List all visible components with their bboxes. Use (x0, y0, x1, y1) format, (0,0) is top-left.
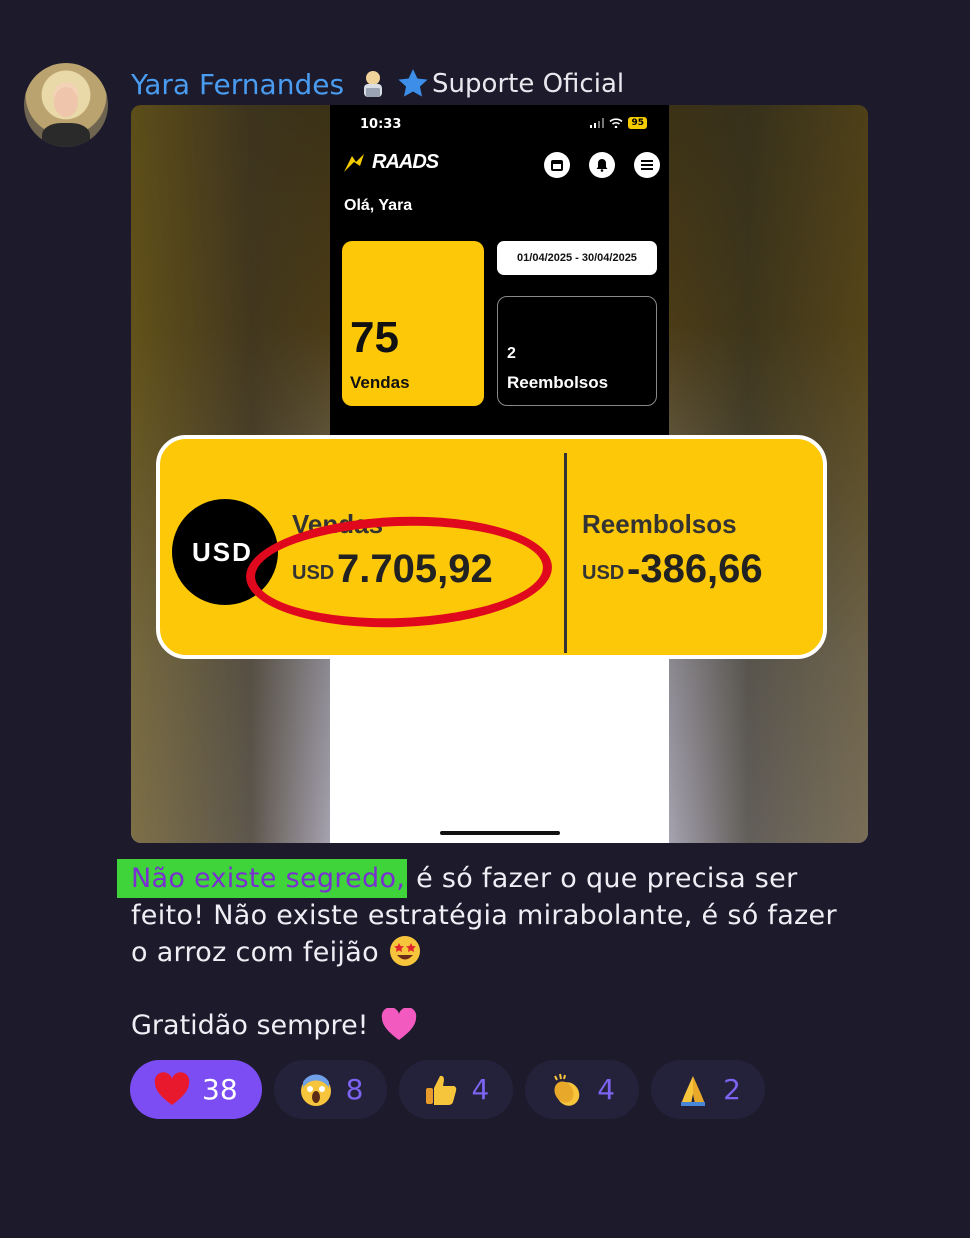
battery-indicator: 95 (628, 117, 647, 129)
reaction-pray[interactable]: 2 (651, 1060, 765, 1119)
app-logo: RAADS (342, 151, 439, 174)
reaction-count: 8 (345, 1073, 364, 1106)
post-header: Yara Fernandes Suporte Oficial (131, 64, 624, 104)
star-icon (398, 69, 428, 97)
greeting-text: Olá, Yara (344, 197, 413, 214)
red-circle-annotation (244, 511, 554, 633)
highlighted-text: Não existe segredo, (117, 859, 408, 898)
avatar-body (42, 123, 90, 147)
revenue-overlay-card: USD Vendas USD 7.705,92 Reembolsos USD -… (156, 435, 827, 659)
phone-status-icons: 95 (590, 117, 647, 129)
closing-text: Gratidão sempre! (131, 1009, 369, 1041)
wifi-icon (609, 118, 624, 128)
overlay-refunds-currency: USD (582, 562, 625, 584)
folded-hands-icon (681, 1075, 706, 1106)
signal-icon (590, 118, 605, 128)
sales-count: 75 (350, 313, 399, 362)
clapping-hands-icon (554, 1073, 580, 1106)
thumbs-up-icon (426, 1075, 457, 1105)
reactions-bar: 38 8 4 4 2 (130, 1060, 765, 1119)
reaction-count: 4 (471, 1073, 490, 1106)
refunds-count: 2 (507, 345, 516, 362)
reaction-count: 2 (723, 1073, 741, 1106)
overlay-refunds-label: Reembolsos (582, 509, 737, 539)
app-logo-text: RAADS (372, 151, 439, 173)
overlay-divider (564, 453, 567, 653)
sales-card: 75 Vendas (342, 241, 484, 406)
pink-heart-emoji-icon (381, 1008, 416, 1040)
reaction-clap[interactable]: 4 (525, 1060, 640, 1119)
message-text: Não existe segredo, é só fazer o que pre… (117, 859, 861, 971)
reaction-count: 38 (202, 1073, 238, 1106)
person-laptop-icon (364, 71, 383, 97)
reaction-heart[interactable]: 38 (130, 1060, 262, 1119)
calendar-icon (544, 152, 570, 178)
post-image[interactable]: 10:33 95 RAADS Olá, Yara 75 Vendas 01/04… (131, 105, 868, 843)
red-heart-icon (154, 1071, 190, 1105)
date-range: 01/04/2025 - 30/04/2025 (497, 241, 657, 275)
role-label: Suporte Oficial (432, 69, 625, 99)
home-indicator (440, 831, 560, 835)
refunds-card: 2 Reembolsos (497, 296, 657, 406)
screaming-face-icon (300, 1073, 331, 1106)
reaction-scream[interactable]: 8 (273, 1060, 388, 1119)
closing-line: Gratidão sempre! (131, 1008, 417, 1042)
logo-mark-icon (344, 153, 364, 172)
menu-icon (634, 152, 660, 178)
refunds-card-label: Reembolsos (507, 373, 609, 392)
overlay-refunds-value: -386,66 (627, 547, 763, 591)
bell-icon (589, 152, 615, 178)
reaction-thumbs-up[interactable]: 4 (399, 1060, 514, 1119)
star-struck-emoji-icon (389, 936, 420, 966)
reaction-count: 4 (597, 1073, 616, 1106)
sales-card-label: Vendas (350, 373, 410, 392)
avatar-face (54, 87, 78, 117)
phone-time: 10:33 (360, 117, 402, 132)
author-name[interactable]: Yara Fernandes (131, 68, 344, 101)
author-avatar[interactable] (24, 63, 108, 147)
